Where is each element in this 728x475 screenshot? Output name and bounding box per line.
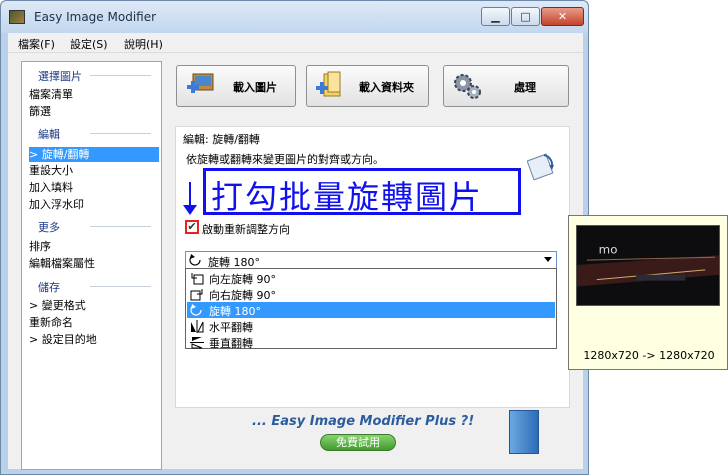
- section-header-edit: 編輯: [22, 126, 161, 142]
- rotate-180-icon: [189, 254, 201, 266]
- sidebar-item-watermark[interactable]: 加入浮水印: [29, 197, 159, 212]
- menu-bar: 檔案(F) 設定(S) 說明(H): [8, 33, 583, 53]
- maximize-button[interactable]: □: [511, 7, 540, 26]
- process-button[interactable]: 處理: [443, 65, 569, 107]
- section-header-select: 選擇圖片: [22, 68, 161, 84]
- preview-image: mo: [576, 225, 720, 306]
- load-folder-button[interactable]: 載入資料夾: [306, 65, 429, 107]
- free-trial-button[interactable]: 免費試用: [320, 434, 396, 451]
- sidebar-item-destination[interactable]: > 設定目的地: [29, 332, 159, 347]
- sidebar-item-padding[interactable]: 加入填料: [29, 180, 159, 195]
- rotate-left-icon: [191, 273, 204, 285]
- chevron-down-icon[interactable]: [544, 257, 552, 262]
- reorient-checkbox-label[interactable]: 啟動重新調整方向: [202, 221, 290, 237]
- sidebar-item-file-properties[interactable]: 編輯檔案屬性: [29, 256, 159, 271]
- gears-icon: [454, 74, 481, 99]
- annotation-box: 打勾批量旋轉圖片: [203, 168, 521, 216]
- section-header-save: 儲存: [22, 279, 161, 295]
- minimize-button[interactable]: ▁: [481, 7, 510, 26]
- option-flip-horizontal[interactable]: 水平翻轉: [187, 318, 555, 334]
- section-header-more: 更多: [22, 219, 161, 235]
- load-images-button[interactable]: 載入圖片: [176, 65, 296, 107]
- annotation-text: 打勾批量旋轉圖片: [211, 178, 484, 216]
- annotation-arrow-head: [183, 205, 197, 215]
- menu-file[interactable]: 檔案(F): [18, 36, 55, 52]
- panel-title: 編輯: 旋轉/翻轉: [183, 133, 260, 146]
- promo-text[interactable]: ... Easy Image Modifier Plus ?!: [252, 414, 474, 429]
- title-bar[interactable]: Easy Image Modifier ▁ □ ✕: [1, 1, 588, 33]
- flip-vertical-icon: [190, 337, 204, 349]
- load-folder-label: 載入資料夾: [359, 81, 414, 94]
- preview-caption: 1280x720 -> 1280x720: [583, 349, 715, 362]
- close-button[interactable]: ✕: [541, 7, 584, 26]
- app-icon: [9, 10, 25, 24]
- add-image-icon: [187, 73, 214, 93]
- option-flip-vertical[interactable]: 垂直翻轉: [187, 334, 555, 350]
- sidebar-item-rotate-flip[interactable]: > 旋轉/翻轉: [29, 147, 159, 162]
- preview-card: mo 1280x720 -> 1280x720: [568, 215, 728, 370]
- panel-description: 依旋轉或翻轉來變更圖片的對齊或方向。: [186, 153, 384, 166]
- add-folder-icon: [316, 71, 341, 97]
- sidebar-item-rename[interactable]: 重新命名: [29, 315, 159, 330]
- rotate-icon: [527, 153, 554, 181]
- svg-text:mo: mo: [599, 242, 618, 256]
- option-rotate-180[interactable]: 旋轉 180°: [187, 302, 555, 318]
- rotate-right-icon: [190, 289, 203, 301]
- window-title: Easy Image Modifier: [34, 10, 157, 24]
- rotate-180-icon: [190, 304, 202, 316]
- option-rotate-right[interactable]: 向右旋轉 90°: [187, 286, 555, 302]
- flip-horizontal-icon: [191, 320, 204, 333]
- sidebar-item-file-list[interactable]: 檔案清單: [29, 87, 159, 102]
- sidebar-item-change-format[interactable]: > 變更格式: [29, 298, 159, 313]
- process-label: 處理: [514, 81, 536, 94]
- sidebar-item-filter[interactable]: 篩選: [29, 104, 159, 119]
- sidebar: 選擇圖片 檔案清單 篩選 編輯 > 旋轉/翻轉 重設大小 加入填料 加入浮水印 …: [21, 61, 162, 470]
- reorient-checkbox[interactable]: ✔: [185, 220, 199, 234]
- load-images-label: 載入圖片: [233, 81, 277, 94]
- rotation-dropdown: 向左旋轉 90° 向右旋轉 90° 旋轉 180° 水平翻轉 垂直翻轉: [185, 268, 557, 350]
- menu-settings[interactable]: 設定(S): [70, 36, 108, 52]
- menu-help[interactable]: 說明(H): [124, 36, 163, 52]
- option-rotate-left[interactable]: 向左旋轉 90°: [187, 270, 555, 286]
- sidebar-item-resize[interactable]: 重設大小: [29, 163, 159, 178]
- product-box-icon[interactable]: [509, 410, 539, 454]
- sidebar-item-sort[interactable]: 排序: [29, 239, 159, 254]
